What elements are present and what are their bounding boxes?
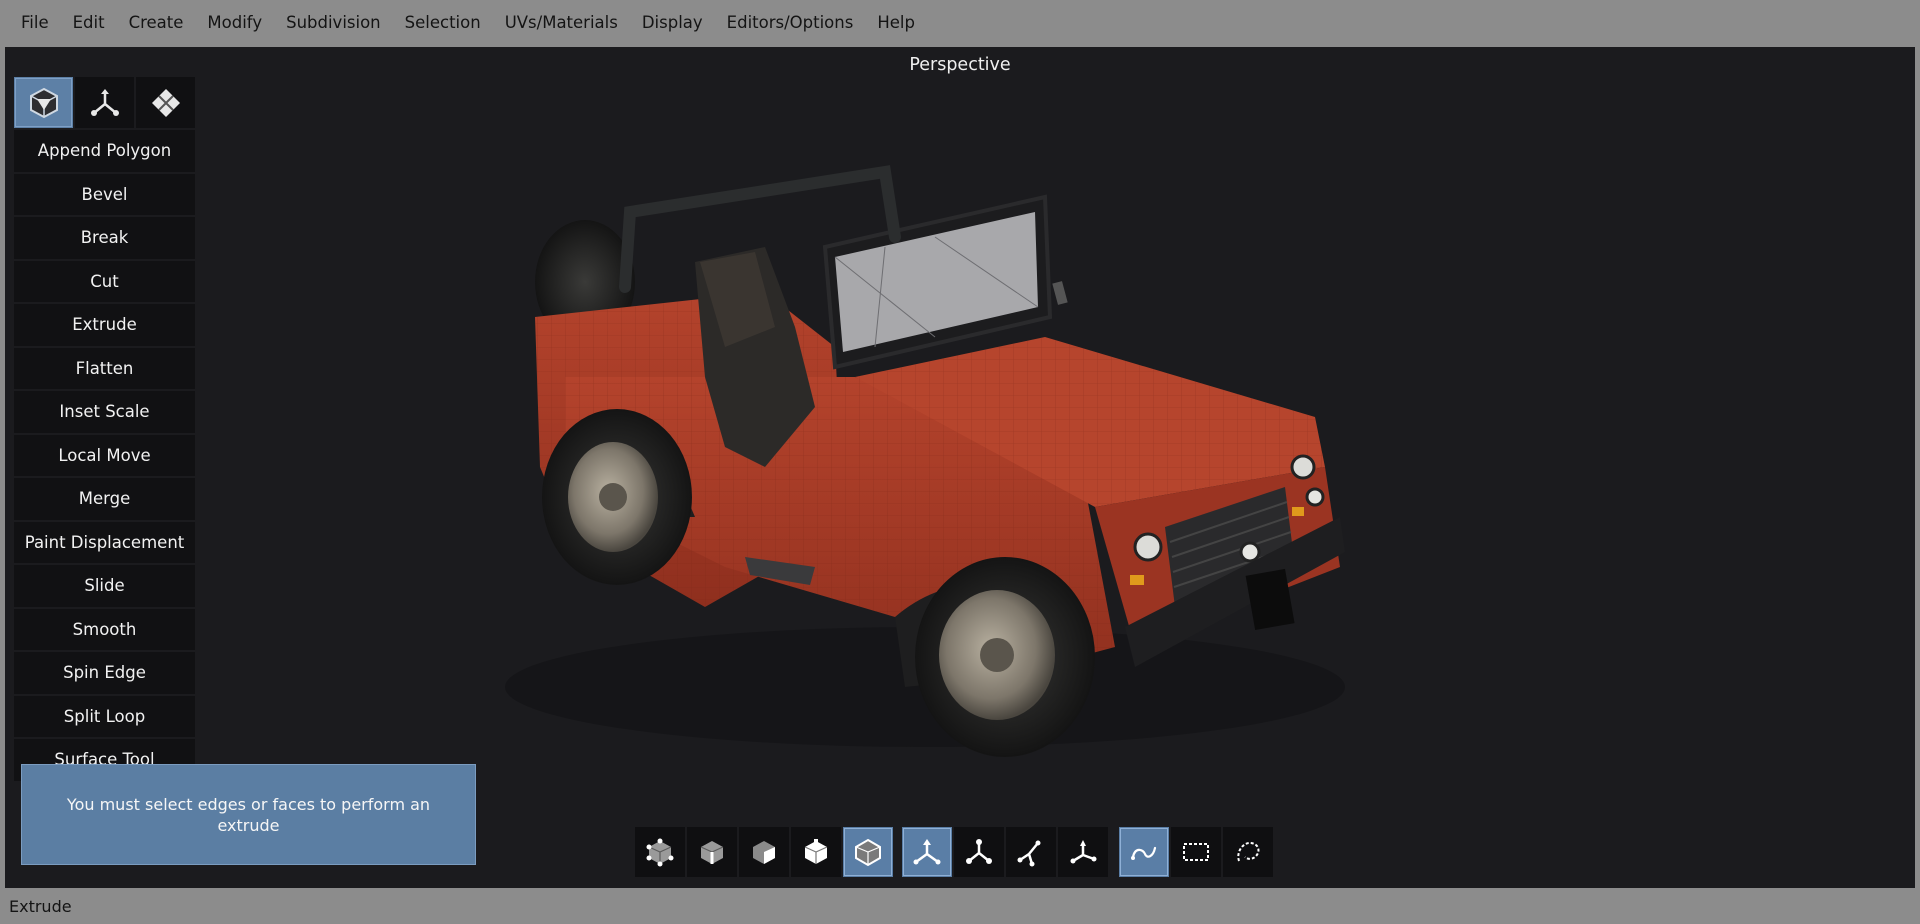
selection-mode-group (1119, 827, 1273, 877)
object-axis-icon (966, 839, 992, 864)
toast-message: You must select edges or faces to perfor… (66, 794, 431, 835)
menu-subdivision[interactable]: Subdivision (274, 0, 393, 46)
uv-shell-select-button[interactable] (791, 827, 841, 877)
object-axis-button[interactable] (954, 827, 1004, 877)
perspective-viewport[interactable]: Perspective Append Polygon Bevel Break C… (5, 47, 1915, 888)
tool-paint-displacement[interactable]: Paint Displacement (14, 521, 195, 563)
menu-editors-options[interactable]: Editors/Options (715, 0, 866, 46)
notification-toast: You must select edges or faces to perfor… (21, 764, 476, 865)
tool-split-loop[interactable]: Split Loop (14, 695, 195, 737)
vertex-select-button[interactable] (635, 827, 685, 877)
component-mode-group (635, 827, 893, 877)
freeform-select-button[interactable] (1223, 827, 1273, 877)
menu-help[interactable]: Help (865, 0, 927, 46)
tool-merge[interactable]: Merge (14, 478, 195, 520)
box-select-button[interactable] (1171, 827, 1221, 877)
tool-extrude[interactable]: Extrude (14, 304, 195, 346)
tool-break[interactable]: Break (14, 217, 195, 259)
menu-file[interactable]: File (9, 0, 61, 46)
world-axis-icon (913, 839, 941, 865)
axis-mode-group (902, 827, 1108, 877)
freeform-select-icon (1237, 841, 1260, 862)
lasso-select-button[interactable] (1119, 827, 1169, 877)
local-axis-button[interactable] (1006, 827, 1056, 877)
face-select-button[interactable] (739, 827, 789, 877)
uv-shell-select-icon (804, 839, 828, 864)
uv-mode-icon (151, 88, 180, 117)
world-axis-button[interactable] (902, 827, 952, 877)
tool-local-move[interactable]: Local Move (14, 434, 195, 476)
menu-edit[interactable]: Edit (61, 0, 117, 46)
menu-create[interactable]: Create (117, 0, 196, 46)
object-select-icon (855, 838, 881, 867)
menu-modify[interactable]: Modify (195, 0, 274, 46)
tool-list[interactable]: Append Polygon Bevel Break Cut Extrude F… (14, 130, 195, 812)
transform-mode-icon (90, 88, 119, 116)
face-select-icon (753, 841, 775, 864)
tool-bevel[interactable]: Bevel (14, 173, 195, 215)
tool-flatten[interactable]: Flatten (14, 347, 195, 389)
tool-spin-edge[interactable]: Spin Edge (14, 652, 195, 694)
screen-axis-icon (1070, 840, 1097, 864)
viewport-title: Perspective (909, 55, 1011, 75)
tool-smooth[interactable]: Smooth (14, 608, 195, 650)
status-text: Extrude (9, 897, 72, 916)
lasso-select-icon (1131, 846, 1157, 860)
menu-display[interactable]: Display (630, 0, 715, 46)
polygon-mode-icon (29, 87, 58, 118)
local-axis-icon (1017, 840, 1041, 867)
menu-uvs-materials[interactable]: UVs/Materials (493, 0, 630, 46)
polygon-mode-button[interactable] (14, 77, 73, 128)
tool-cut[interactable]: Cut (14, 260, 195, 302)
tool-inset-scale[interactable]: Inset Scale (14, 391, 195, 433)
mode-toolbar (14, 77, 195, 128)
jeep-3d-model[interactable] (5, 47, 1915, 888)
tool-append-polygon[interactable]: Append Polygon (14, 130, 195, 172)
menu-bar: File Edit Create Modify Subdivision Sele… (0, 0, 1920, 46)
edge-select-button[interactable] (687, 827, 737, 877)
screen-axis-button[interactable] (1058, 827, 1108, 877)
edge-select-icon (700, 841, 724, 864)
box-select-icon (1183, 843, 1209, 861)
uv-mode-button[interactable] (136, 77, 195, 128)
transform-mode-button[interactable] (75, 77, 134, 128)
tool-slide[interactable]: Slide (14, 565, 195, 607)
vertex-select-icon (646, 838, 674, 867)
status-bar: Extrude (0, 890, 1920, 924)
bottom-toolbar (635, 827, 1273, 877)
menu-selection[interactable]: Selection (393, 0, 493, 46)
object-select-button[interactable] (843, 827, 893, 877)
